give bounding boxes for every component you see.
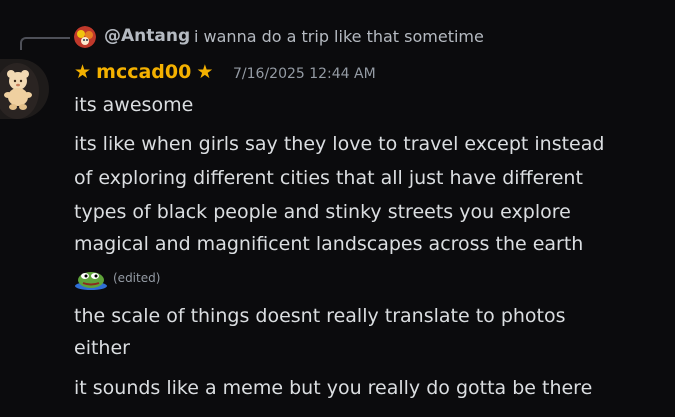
star-icon: ★ [196,61,214,83]
message-line: its awesome [74,94,194,116]
message-line: the scale of things doesnt really transl… [74,305,566,327]
message-line: it sounds like a meme but you really do … [74,377,593,399]
author-name[interactable]: mccad00 [96,61,191,83]
chat-message: @Antang i wanna do a trip like that some… [0,0,675,417]
message-line: of exploring different cities that all j… [74,167,583,189]
message-timestamp[interactable]: 7/16/2025 12:44 AM [233,66,376,82]
author-row: ★ mccad00 ★ [74,61,213,87]
reply-avatar[interactable] [74,26,96,48]
edited-label: (edited) [113,271,161,285]
reply-connector-line [20,37,70,50]
message-line: magical and magnificent landscapes acros… [74,233,584,255]
author-avatar[interactable] [0,59,49,119]
reply-preview-text[interactable]: i wanna do a trip like that sometime [194,27,484,46]
message-line: types of black people and stinky streets… [74,201,571,223]
pepe-frog-emoji[interactable] [74,268,108,290]
message-line: either [74,337,130,359]
reply-author-mention[interactable]: @Antang [104,26,190,46]
message-line: its like when girls say they love to tra… [74,133,605,155]
star-icon: ★ [74,61,92,83]
